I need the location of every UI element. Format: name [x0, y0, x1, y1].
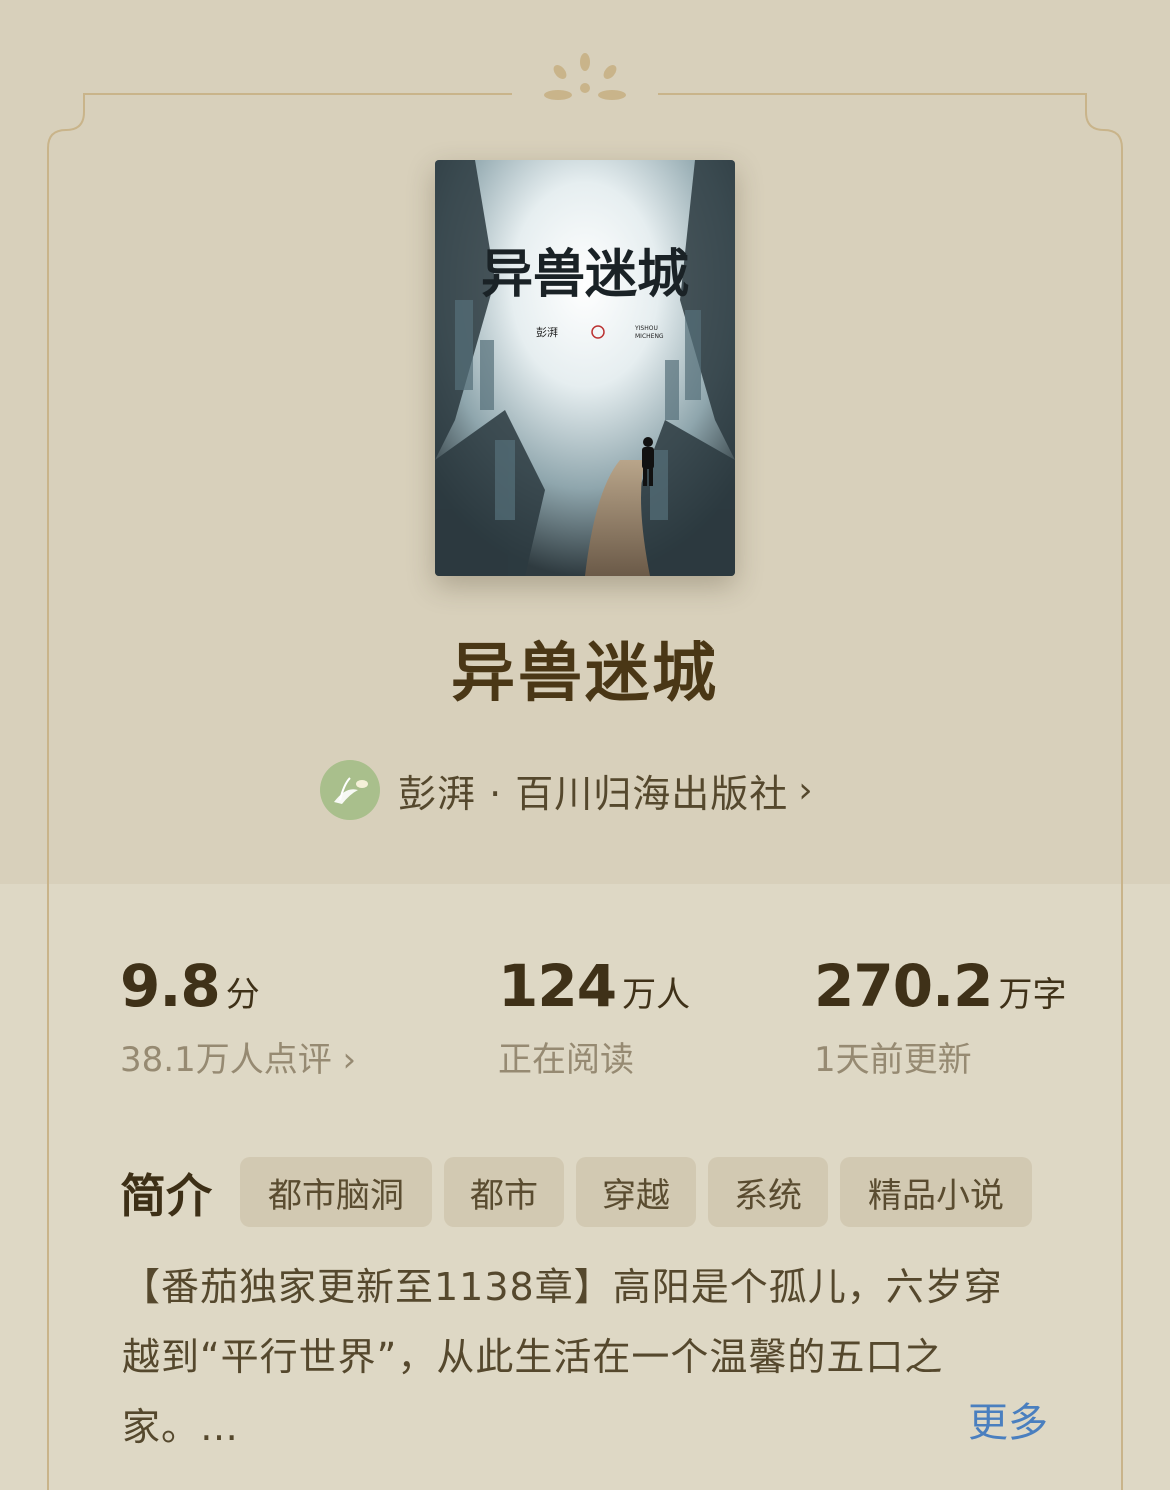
tag-chip[interactable]: 精品小说: [840, 1157, 1032, 1227]
rating-value: 9.8: [120, 952, 221, 1020]
publisher-avatar: [320, 760, 380, 820]
svg-text:YISHOU: YISHOU: [634, 325, 658, 332]
update-time-label: 1天前更新: [814, 1040, 972, 1080]
wordcount-value: 270.2: [814, 952, 993, 1020]
tag-chip[interactable]: 系统: [708, 1157, 828, 1227]
intro-heading: 简介: [120, 1169, 212, 1223]
readers-label: 正在阅读: [498, 1040, 634, 1080]
tag-chip[interactable]: 都市: [444, 1157, 564, 1227]
svg-text:彭湃: 彭湃: [536, 325, 558, 339]
book-detail-page: 异兽迷城 彭湃 YISHOU MICHENG 异兽迷城 彭湃 · 百川归海出版社…: [0, 0, 1170, 1490]
book-cover[interactable]: 异兽迷城 彭湃 YISHOU MICHENG: [435, 160, 735, 576]
cover-title: 异兽迷城: [481, 245, 689, 305]
readers-stat: 124 万人 正在阅读: [498, 952, 690, 1081]
book-title: 异兽迷城: [451, 637, 719, 711]
rating-unit: 分: [225, 975, 260, 1015]
svg-text:MICHENG: MICHENG: [635, 333, 664, 340]
author-publisher-text: 彭湃 · 百川归海出版社: [398, 771, 789, 816]
tag-chip[interactable]: 穿越: [576, 1157, 696, 1227]
rating-stat[interactable]: 9.8 分 38.1万人点评 ›: [120, 952, 356, 1081]
wordcount-unit: 万字: [998, 975, 1067, 1015]
more-button[interactable]: 更多: [968, 1390, 1048, 1448]
description-line: 【番茄独家更新至1138章】高阳是个孤儿，六岁穿: [122, 1265, 1003, 1309]
rating-count-link[interactable]: 38.1万人点评 ›: [120, 1032, 356, 1081]
book-description[interactable]: 【番茄独家更新至1138章】高阳是个孤儿，六岁穿 越到“平行世界”，从此生活在一…: [122, 1252, 1052, 1462]
chevron-right-icon: ›: [798, 769, 813, 811]
readers-value: 124: [498, 952, 617, 1020]
description-line: 越到“平行世界”，从此生活在一个温馨的五口之: [122, 1335, 944, 1379]
readers-unit: 万人: [622, 975, 691, 1015]
wordcount-stat: 270.2 万字 1天前更新: [814, 952, 1066, 1081]
author-publisher-link[interactable]: 彭湃 · 百川归海出版社 ›: [320, 760, 813, 820]
tag-chip[interactable]: 都市脑洞: [240, 1157, 432, 1227]
description-line: 家。…: [122, 1405, 240, 1449]
